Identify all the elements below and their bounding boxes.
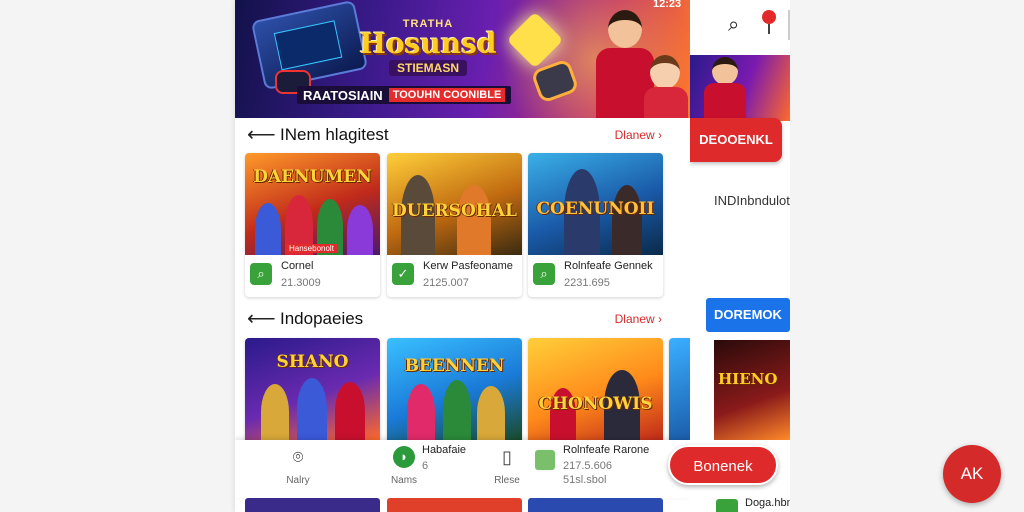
- search-icon[interactable]: ⌕: [728, 14, 739, 37]
- game-count: 2231.695: [564, 277, 610, 289]
- search-icon: ⌕: [250, 263, 272, 285]
- game-thumb-title: DAENUMEN: [253, 167, 372, 187]
- floating-avatar-button[interactable]: AK: [943, 445, 1001, 503]
- nav-promo-title: Rolnfeafe Rarone: [563, 444, 650, 456]
- side-label: INDInbndulot: [714, 193, 790, 208]
- game-thumbnail: [669, 338, 690, 440]
- side-blue-button[interactable]: DOREMOK: [706, 298, 790, 332]
- nav-label: Nalry: [286, 475, 310, 486]
- banner-strip-left: RAATOSIAIN: [303, 87, 383, 103]
- section-header-1: ⟵ INem hlagitest Dlanew ›: [235, 118, 690, 152]
- game-thumbnail: BEENNEN: [387, 338, 522, 440]
- game-name: Rolnfeafe Gennek: [564, 260, 653, 272]
- gamepad-icon: ◗: [393, 446, 415, 468]
- nav-promo-sub: 217.5.606: [563, 460, 612, 472]
- bottom-nav: ⌾ Nalry ◗ Nams Habafaie 6 ▯ Rlese Rolnfe…: [235, 440, 690, 498]
- game-thumbnail: DUERSOHAL: [387, 153, 522, 255]
- promo-banner[interactable]: TRATHA Hosunsd STIEMASN RAATOSIAIN TOOUH…: [235, 0, 690, 118]
- game-thumb-title: BEENNEN: [404, 356, 505, 376]
- side-banner[interactable]: [690, 55, 790, 121]
- nav-promo-sub: 6: [422, 460, 429, 472]
- floating-action-pill[interactable]: Bonenek: [668, 445, 778, 485]
- section-header-2: ⟵ Indopaeies Dlanew ›: [235, 302, 690, 336]
- nav-promo-2[interactable]: Rolnfeafe Rarone 217.5.606 51sl.sbol: [563, 444, 649, 486]
- game-meta: ⌕ Rolnfeafe Gennek 2231.695: [528, 257, 663, 297]
- side-game-thumbnail[interactable]: HIENO: [714, 340, 790, 440]
- section-title-2: Indopaeies: [280, 309, 364, 328]
- side-thumb-title: HIENO: [718, 370, 778, 388]
- game-count: 2125.007: [423, 277, 469, 289]
- nav-label: Rlese: [494, 475, 520, 486]
- section-view-all-link-2[interactable]: Dlanew ›: [615, 312, 662, 326]
- notification-icon-stem: [768, 24, 770, 34]
- card-peek: [528, 498, 663, 512]
- app-icon: [716, 499, 738, 512]
- section-title-1: INem hlagitest: [280, 125, 389, 144]
- search-icon: ⌕: [533, 263, 555, 285]
- camera-icon: ⌾: [292, 447, 304, 467]
- back-arrow-icon[interactable]: ⟵: [247, 309, 276, 329]
- side-panel: ⌕ DEOOENKL INDInbndulot DOREMOK HIENO Do…: [690, 0, 790, 512]
- game-name: Cornel: [281, 260, 314, 272]
- banner-title-block: TRATHA Hosunsd STIEMASN: [353, 18, 503, 77]
- banner-subtitle: STIEMASN: [388, 60, 467, 76]
- game-name: Kerw Pasfeoname: [423, 260, 513, 272]
- game-thumb-title: SHANO: [276, 352, 349, 372]
- section-view-all-link-1[interactable]: Dlanew ›: [615, 128, 662, 142]
- tablet-icon: ▯: [502, 447, 512, 467]
- banner-strip-right: TOOUHN COONIBLE: [388, 88, 506, 102]
- game-card[interactable]: DUERSOHAL ✓ Kerw Pasfeoname 2125.007: [387, 153, 522, 297]
- game-thumbnail: COENUNOII: [528, 153, 663, 255]
- nav-promo-1[interactable]: Habafaie 6: [422, 444, 466, 472]
- banner-girl-figure: [640, 55, 690, 118]
- game-meta: ⌕ Cornel 21.3009: [245, 257, 380, 297]
- game-thumb-title: COENUNOII: [536, 199, 655, 219]
- game-thumb-title: DUERSOHAL: [392, 201, 517, 221]
- banner-time: 12:23: [653, 0, 682, 10]
- game-card[interactable]: COENUNOII ⌕ Rolnfeafe Gennek 2231.695: [528, 153, 663, 297]
- nav-promo-title: Habafaie: [422, 444, 467, 456]
- nav-label: Nams: [390, 475, 418, 486]
- app-icon: [535, 450, 555, 470]
- nav-item-tablet[interactable]: ▯ Rlese: [477, 446, 537, 486]
- nav-item-camera[interactable]: ⌾ Nalry: [268, 446, 328, 486]
- notification-icon[interactable]: [762, 10, 776, 24]
- game-thumbnail: DAENUMEN Hansebonolt: [245, 153, 380, 255]
- card-peek: [387, 498, 522, 512]
- game-thumbnail: SHANO: [245, 338, 380, 440]
- game-count: 21.3009: [281, 277, 321, 289]
- side-bottom-text: Doga.hbn: [745, 497, 790, 509]
- divider: [788, 10, 790, 40]
- game-card[interactable]: DAENUMEN Hansebonolt ⌕ Cornel 21.3009: [245, 153, 380, 297]
- banner-strip: RAATOSIAIN TOOUHN COONIBLE: [297, 86, 512, 104]
- game-meta: ✓ Kerw Pasfeoname 2125.007: [387, 257, 522, 297]
- game-thumbnail: CHONOWIS: [528, 338, 663, 440]
- nav-promo-extra: 51sl.sbol: [563, 474, 607, 486]
- back-arrow-icon[interactable]: ⟵: [247, 125, 276, 145]
- card-peek: [245, 498, 380, 512]
- side-red-button[interactable]: DEOOENKL: [690, 118, 782, 162]
- banner-title: Hosunsd: [359, 27, 497, 60]
- check-icon: ✓: [392, 263, 414, 285]
- game-thumb-title: CHONOWIS: [538, 394, 653, 414]
- main-panel: TRATHA Hosunsd STIEMASN RAATOSIAIN TOOUH…: [235, 0, 690, 512]
- game-thumb-tag: Hansebonolt: [285, 244, 338, 253]
